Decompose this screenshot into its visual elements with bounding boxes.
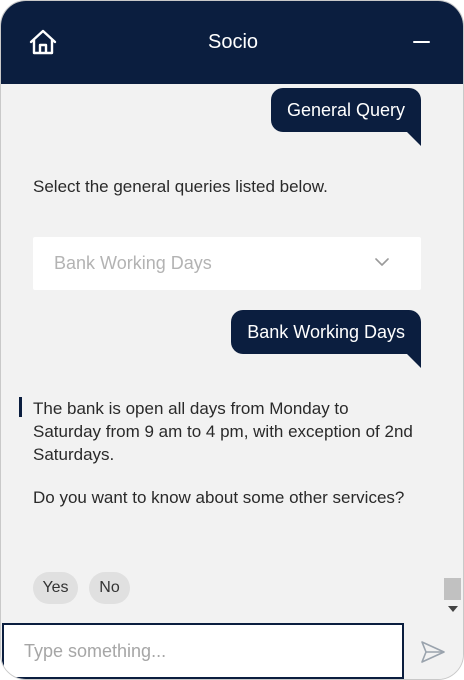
message-input[interactable] (2, 623, 404, 679)
scrollbar-thumb[interactable] (444, 578, 461, 600)
chat-title: Socio (207, 31, 259, 53)
send-icon (421, 641, 445, 663)
bot-message-indicator (19, 397, 22, 417)
minimize-icon (413, 41, 430, 43)
bot-message: Select the general queries listed below. (33, 177, 328, 196)
send-button[interactable] (420, 640, 446, 664)
bubble-tail (407, 354, 421, 368)
composer (1, 621, 463, 679)
user-message-text: Bank Working Days (247, 322, 405, 342)
user-message: General Query (270, 88, 421, 146)
query-select-value: Bank Working Days (54, 253, 212, 273)
chat-header: Socio (1, 1, 463, 84)
minimize-button[interactable] (405, 29, 439, 55)
chat-widget: Socio General Query Select the general q… (0, 0, 464, 680)
quick-reply-yes[interactable]: Yes (33, 572, 78, 604)
scrollbar[interactable] (441, 84, 463, 621)
user-message: Bank Working Days (231, 310, 421, 368)
bot-message: Do you want to know about some other ser… (33, 488, 405, 507)
bubble-tail (407, 132, 421, 146)
quick-reply-no[interactable]: No (89, 572, 130, 604)
message-list: General Query Select the general queries… (1, 84, 441, 621)
scroll-down-arrow-icon[interactable] (448, 606, 458, 612)
chevron-down-icon (375, 258, 389, 266)
user-message-text: General Query (286, 100, 405, 120)
query-select[interactable]: Bank Working Days (33, 237, 421, 290)
bot-message: The bank is open all days from Monday to… (33, 399, 413, 464)
